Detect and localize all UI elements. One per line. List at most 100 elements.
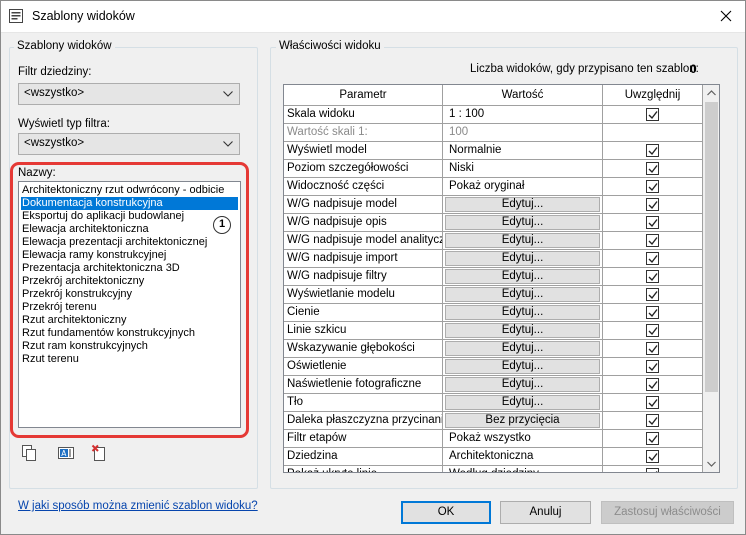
include-cell bbox=[603, 412, 703, 430]
edit-button[interactable]: Edytuj... bbox=[445, 197, 600, 212]
cancel-button[interactable]: Anuluj bbox=[500, 501, 591, 524]
view-templates-list[interactable]: Architektoniczny rzut odwrócony - odbici… bbox=[18, 181, 241, 428]
delete-icon[interactable] bbox=[91, 444, 109, 462]
rename-icon[interactable]: A bbox=[57, 444, 75, 462]
value-cell: Edytuj... bbox=[443, 394, 603, 412]
close-icon[interactable] bbox=[714, 5, 738, 27]
edit-button[interactable]: Edytuj... bbox=[445, 215, 600, 230]
vertical-scrollbar[interactable] bbox=[703, 85, 719, 472]
include-checkbox[interactable] bbox=[646, 252, 659, 265]
check-icon bbox=[648, 273, 658, 282]
include-checkbox[interactable] bbox=[646, 324, 659, 337]
include-checkbox[interactable] bbox=[646, 396, 659, 409]
duplicate-icon[interactable] bbox=[20, 444, 38, 462]
value-cell: Edytuj... bbox=[443, 196, 603, 214]
edit-button[interactable]: Edytuj... bbox=[445, 395, 600, 410]
include-checkbox[interactable] bbox=[646, 360, 659, 373]
list-item[interactable]: Rzut architektoniczny bbox=[21, 314, 238, 327]
table-row: Tło Edytuj... bbox=[284, 394, 703, 412]
include-checkbox[interactable] bbox=[646, 468, 659, 472]
edit-button[interactable]: Edytuj... bbox=[445, 377, 600, 392]
list-item[interactable]: Dokumentacja konstrukcyjna bbox=[21, 197, 238, 210]
list-item[interactable]: Przekrój terenu bbox=[21, 301, 238, 314]
svg-text:A: A bbox=[61, 449, 67, 458]
view-properties-group-label: Właściwości widoku bbox=[276, 40, 384, 52]
check-icon bbox=[648, 435, 658, 444]
check-icon bbox=[648, 147, 658, 156]
list-item[interactable]: Prezentacja architektoniczna 3D bbox=[21, 262, 238, 275]
include-checkbox[interactable] bbox=[646, 378, 659, 391]
check-icon bbox=[648, 453, 658, 462]
include-checkbox[interactable] bbox=[646, 288, 659, 301]
include-checkbox[interactable] bbox=[646, 234, 659, 247]
include-checkbox[interactable] bbox=[646, 144, 659, 157]
value-cell[interactable]: Pokaż wszystko bbox=[443, 430, 603, 448]
check-icon bbox=[648, 111, 658, 120]
include-cell bbox=[603, 196, 703, 214]
edit-button[interactable]: Edytuj... bbox=[445, 323, 600, 338]
scroll-thumb[interactable] bbox=[705, 102, 718, 392]
list-item[interactable]: Elewacja architektoniczna bbox=[21, 223, 238, 236]
discipline-filter-value: <wszystko> bbox=[24, 87, 85, 99]
edit-button[interactable]: Edytuj... bbox=[445, 251, 600, 266]
include-checkbox[interactable] bbox=[646, 342, 659, 355]
value-cell[interactable]: Normalnie bbox=[443, 142, 603, 160]
include-checkbox[interactable] bbox=[646, 162, 659, 175]
include-cell bbox=[603, 376, 703, 394]
include-checkbox[interactable] bbox=[646, 270, 659, 283]
list-item[interactable]: Rzut fundamentów konstrukcyjnych bbox=[21, 327, 238, 340]
title-bar: Szablony widoków bbox=[0, 0, 746, 33]
edit-button[interactable]: Edytuj... bbox=[445, 359, 600, 374]
list-item[interactable]: Rzut ram konstrukcyjnych bbox=[21, 340, 238, 353]
help-link[interactable]: W jaki sposób można zmienić szablon wido… bbox=[18, 500, 258, 512]
list-item[interactable]: Elewacja ramy konstrukcyjnej bbox=[21, 249, 238, 262]
column-header-parameter[interactable]: Parametr bbox=[284, 85, 443, 106]
scroll-down-icon[interactable] bbox=[707, 461, 716, 467]
value-cell[interactable]: Według dziedziny bbox=[443, 466, 603, 472]
edit-button[interactable]: Edytuj... bbox=[445, 269, 600, 284]
edit-button[interactable]: Edytuj... bbox=[445, 287, 600, 302]
check-icon bbox=[648, 255, 658, 264]
check-icon bbox=[648, 363, 658, 372]
list-item[interactable]: Rzut terenu bbox=[21, 353, 238, 366]
parameter-cell: Widoczność części bbox=[284, 178, 443, 196]
include-checkbox[interactable] bbox=[646, 414, 659, 427]
list-item[interactable]: Przekrój konstrukcyjny bbox=[21, 288, 238, 301]
edit-button[interactable]: Edytuj... bbox=[445, 305, 600, 320]
view-type-filter-select[interactable]: <wszystko> bbox=[18, 133, 240, 155]
table-row: W/G nadpisuje model Edytuj... bbox=[284, 196, 703, 214]
include-checkbox[interactable] bbox=[646, 180, 659, 193]
value-cell[interactable]: Niski bbox=[443, 160, 603, 178]
ok-button[interactable]: OK bbox=[401, 501, 491, 524]
include-checkbox[interactable] bbox=[646, 450, 659, 463]
assigned-views-count: 0 bbox=[690, 62, 697, 76]
value-cell[interactable]: 100 bbox=[443, 124, 603, 142]
list-item[interactable]: Architektoniczny rzut odwrócony - odbici… bbox=[21, 184, 238, 197]
edit-button[interactable]: Edytuj... bbox=[445, 233, 600, 248]
edit-button[interactable]: Bez przycięcia bbox=[445, 413, 600, 428]
column-header-value[interactable]: Wartość bbox=[443, 85, 603, 106]
include-checkbox[interactable] bbox=[646, 216, 659, 229]
value-cell[interactable]: Architektoniczna bbox=[443, 448, 603, 466]
scroll-up-icon[interactable] bbox=[707, 90, 716, 96]
parameter-cell: Oświetlenie bbox=[284, 358, 443, 376]
include-cell bbox=[603, 214, 703, 232]
list-item[interactable]: Elewacja prezentacji architektonicznej bbox=[21, 236, 238, 249]
list-item[interactable]: Eksportuj do aplikacji budowlanej bbox=[21, 210, 238, 223]
include-cell bbox=[603, 124, 703, 142]
column-header-include[interactable]: Uwzględnij bbox=[603, 85, 703, 106]
apply-properties-button[interactable]: Zastosuj właściwości bbox=[601, 501, 734, 524]
value-cell[interactable]: Pokaż oryginał bbox=[443, 178, 603, 196]
value-cell[interactable]: 1 : 100 bbox=[443, 106, 603, 124]
names-label: Nazwy: bbox=[18, 167, 56, 179]
include-checkbox[interactable] bbox=[646, 432, 659, 445]
include-checkbox[interactable] bbox=[646, 306, 659, 319]
table-row: Linie szkicu Edytuj... bbox=[284, 322, 703, 340]
include-checkbox[interactable] bbox=[646, 198, 659, 211]
value-cell: Edytuj... bbox=[443, 376, 603, 394]
edit-button[interactable]: Edytuj... bbox=[445, 341, 600, 356]
list-item[interactable]: Przekrój architektoniczny bbox=[21, 275, 238, 288]
parameter-cell: Filtr etapów bbox=[284, 430, 443, 448]
include-checkbox[interactable] bbox=[646, 108, 659, 121]
discipline-filter-select[interactable]: <wszystko> bbox=[18, 83, 240, 105]
